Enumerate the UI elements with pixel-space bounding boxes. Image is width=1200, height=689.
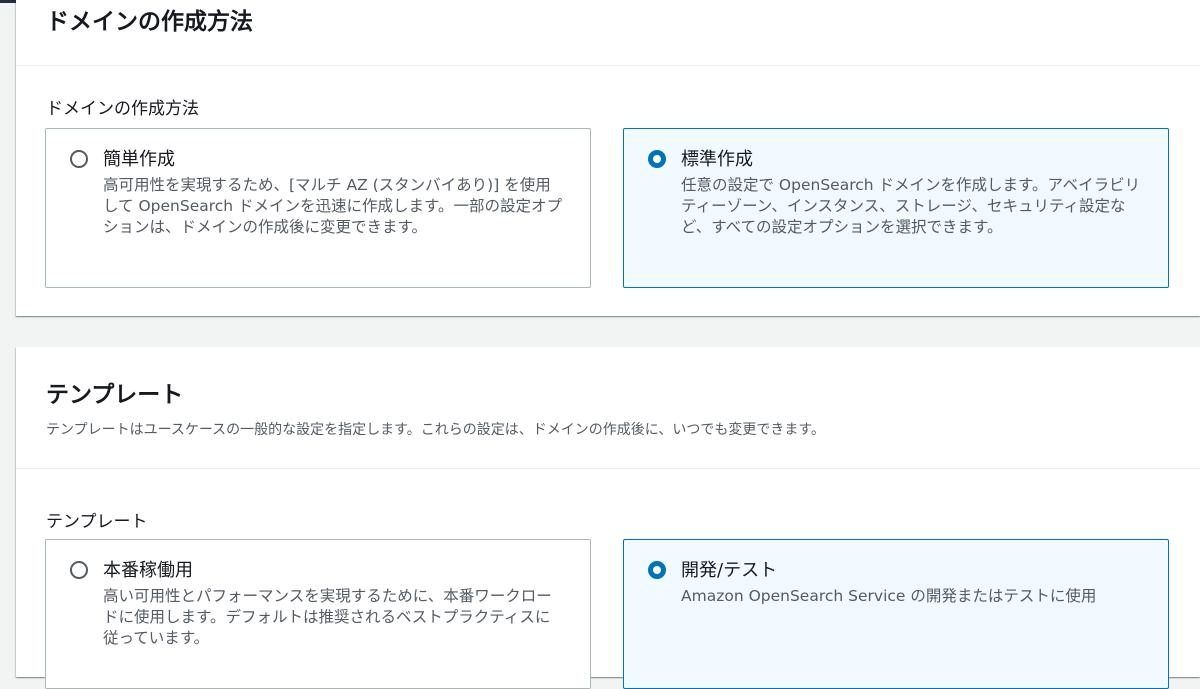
template-field-label: テンプレート <box>46 512 148 532</box>
creation-method-header: ドメインの作成方法 <box>16 0 1200 66</box>
production-title: 本番稼働用 <box>103 560 193 581</box>
template-description: テンプレートはユースケースの一般的な設定を指定します。これらの設定は、ドメインの… <box>46 422 825 438</box>
standard-create-title: 標準作成 <box>681 149 753 170</box>
standard-create-description: 任意の設定で OpenSearch ドメインを作成します。アベイラビリティーゾー… <box>681 176 1141 236</box>
template-panel: テンプレート テンプレートはユースケースの一般的な設定を指定します。これらの設定… <box>16 347 1200 689</box>
standard-create-tile[interactable]: 標準作成 任意の設定で OpenSearch ドメインを作成します。アベイラビリ… <box>623 128 1169 288</box>
dev-test-title: 開発/テスト <box>681 560 778 581</box>
standard-create-radio[interactable] <box>648 150 666 168</box>
template-title: テンプレート <box>46 382 184 408</box>
creation-method-title: ドメインの作成方法 <box>46 9 253 35</box>
easy-create-radio[interactable] <box>70 150 88 168</box>
dev-test-tile[interactable]: 開発/テスト Amazon OpenSearch Service の開発またはテ… <box>623 539 1169 689</box>
template-header: テンプレート テンプレートはユースケースの一般的な設定を指定します。これらの設定… <box>16 347 1200 469</box>
production-tile[interactable]: 本番稼働用 高い可用性とパフォーマンスを実現するために、本番ワークロードに使用し… <box>45 539 591 689</box>
easy-create-title: 簡単作成 <box>103 149 175 170</box>
dev-test-radio[interactable] <box>648 561 666 579</box>
dev-test-description: Amazon OpenSearch Service の開発またはテストに使用 <box>681 587 1097 605</box>
creation-method-field-label: ドメインの作成方法 <box>46 99 199 119</box>
easy-create-tile[interactable]: 簡単作成 高可用性を実現するため、[マルチ AZ (スタンバイあり)] を使用し… <box>45 128 591 288</box>
creation-method-panel: ドメインの作成方法 ドメインの作成方法 簡単作成 高可用性を実現するため、[マル… <box>16 0 1200 316</box>
production-radio[interactable] <box>70 561 88 579</box>
easy-create-description: 高可用性を実現するため、[マルチ AZ (スタンバイあり)] を使用して Ope… <box>103 176 562 236</box>
production-description: 高い可用性とパフォーマンスを実現するために、本番ワークロードに使用します。デフォ… <box>103 587 552 647</box>
